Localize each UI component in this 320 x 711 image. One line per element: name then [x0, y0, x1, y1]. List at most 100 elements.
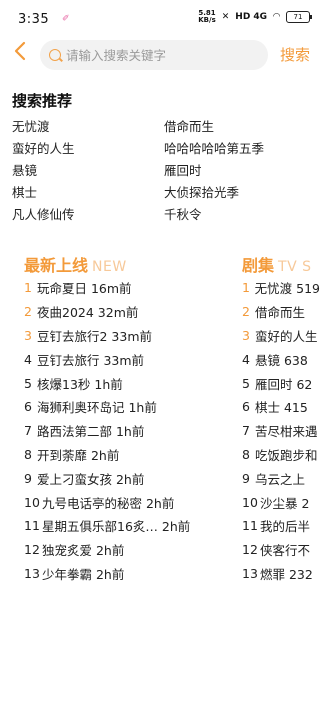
item-title: 九号电话亭的秘密 2h前	[42, 495, 175, 511]
latest-title: 最新上线	[24, 256, 89, 275]
item-title: 沙尘暴 2	[260, 495, 310, 511]
rank-number: 4	[242, 351, 250, 367]
search-icon	[49, 49, 61, 61]
list-item[interactable]: 3 蛮好的人生	[242, 324, 320, 348]
list-item[interactable]: 2 夜曲2024 32m前	[24, 300, 229, 324]
recommend-title: 搜索推荐	[12, 92, 73, 110]
list-item[interactable]: 6 棋士 415	[242, 395, 320, 419]
item-title: 借命而生	[255, 305, 306, 321]
list-item[interactable]: 4 豆钉去旅行 33m前	[24, 347, 229, 371]
rank-number: 12	[24, 542, 40, 558]
item-title: 星期五俱乐部16炙… 2h前	[42, 519, 191, 535]
item-title: 夜曲2024 32m前	[37, 305, 139, 321]
recommend-item[interactable]: 蛮好的人生	[12, 138, 75, 157]
list-item[interactable]: 13 少年拳霸 2h前	[24, 562, 229, 586]
recommend-item[interactable]: 雁回时	[164, 160, 202, 179]
signal-icon: HD 4G	[235, 12, 268, 22]
rank-number: 11	[24, 518, 40, 534]
list-item[interactable]: 10 沙尘暴 2	[242, 490, 320, 514]
recommend-item[interactable]: 棋士	[12, 182, 37, 201]
item-title: 我的后半	[260, 519, 311, 535]
back-icon[interactable]	[8, 40, 32, 68]
rank-number: 5	[24, 375, 32, 391]
item-title: 侠客行不	[260, 543, 311, 559]
list-item[interactable]: 10 九号电话亭的秘密 2h前	[24, 490, 229, 514]
search-bar: 搜索	[0, 38, 320, 70]
status-icons: 5.81 KB/s ✕ HD 4G ◠ 71	[198, 10, 312, 24]
drama-header: 剧集 TV S	[242, 252, 320, 276]
list-item[interactable]: 12 独宠炙爱 2h前	[24, 538, 229, 562]
item-title: 棋士 415	[255, 400, 308, 416]
recommend-item[interactable]: 悬镜	[12, 160, 37, 179]
item-title: 少年拳霸 2h前	[42, 566, 125, 582]
item-title: 玩命夏日 16m前	[37, 281, 132, 297]
rank-number: 4	[24, 351, 32, 367]
list-item[interactable]: 3 豆钉去旅行2 33m前	[24, 324, 229, 348]
recommend-item[interactable]: 哈哈哈哈哈第五季	[164, 138, 264, 157]
rank-number: 9	[242, 470, 250, 486]
list-item[interactable]: 9 乌云之上	[242, 466, 320, 490]
list-item[interactable]: 11 星期五俱乐部16炙… 2h前	[24, 514, 229, 538]
battery-level: 71	[293, 13, 303, 21]
item-title: 蛮好的人生	[255, 328, 318, 344]
rank-number: 5	[242, 375, 250, 391]
list-item[interactable]: 7 路西法第二部 1h前	[24, 419, 229, 443]
rank-number: 6	[242, 399, 250, 415]
status-bar: 3:35 ✐ 5.81 KB/s ✕ HD 4G ◠ 71	[0, 0, 320, 40]
latest-subtitle: NEW	[92, 259, 127, 275]
search-button[interactable]: 搜索	[280, 44, 310, 65]
rank-number: 11	[242, 518, 258, 534]
rank-number: 9	[24, 470, 32, 486]
rank-number: 12	[242, 542, 258, 558]
list-item[interactable]: 11 我的后半	[242, 514, 320, 538]
rank-number: 10	[24, 494, 40, 510]
recommend-item[interactable]: 借命而生	[164, 116, 214, 135]
item-title: 路西法第二部 1h前	[37, 424, 145, 440]
item-title: 豆钉去旅行2 33m前	[37, 328, 153, 344]
rank-number: 6	[24, 399, 32, 415]
rank-number: 7	[24, 423, 32, 439]
list-item[interactable]: 13 燃罪 232	[242, 562, 320, 586]
list-item[interactable]: 7 苦尽柑来遇	[242, 419, 320, 443]
wifi-icon: ◠	[273, 12, 280, 22]
rank-number: 8	[24, 446, 32, 462]
item-title: 苦尽柑来遇	[255, 424, 318, 440]
search-input[interactable]	[66, 40, 262, 70]
item-title: 吃饭跑步和	[255, 447, 318, 463]
list-item[interactable]: 2 借命而生	[242, 300, 320, 324]
rank-number: 7	[242, 423, 250, 439]
mute-icon: ✕	[221, 12, 230, 22]
list-item[interactable]: 8 开到荼靡 2h前	[24, 443, 229, 467]
recommend-item[interactable]: 千秋令	[164, 204, 202, 223]
list-item[interactable]: 4 悬镜 638	[242, 347, 320, 371]
latest-list: 1 玩命夏日 16m前 2 夜曲2024 32m前 3 豆钉去旅行2 33m前 4 豆钉去旅行…	[24, 276, 229, 586]
item-title: 爱上刁蛮女孩 2h前	[37, 471, 145, 487]
item-title: 无忧渡 519	[254, 281, 320, 297]
rank-number: 8	[242, 446, 250, 462]
notification-icon: ✐	[62, 14, 70, 24]
item-title: 豆钉去旅行 33m前	[37, 352, 145, 368]
network-speed: 5.81 KB/s	[198, 10, 215, 24]
rank-number: 3	[24, 327, 32, 343]
list-item[interactable]: 9 爱上刁蛮女孩 2h前	[24, 466, 229, 490]
rank-number: 10	[242, 494, 258, 510]
list-item[interactable]: 5 雁回时 62	[242, 371, 320, 395]
list-item[interactable]: 5 核爆13秒 1h前	[24, 371, 229, 395]
rank-number: 1	[24, 280, 32, 296]
list-item[interactable]: 1 无忧渡 519	[242, 276, 320, 300]
item-title: 悬镜 638	[255, 352, 308, 368]
battery-icon: 71	[286, 11, 312, 23]
recommend-item[interactable]: 大侦探拾光季	[164, 182, 239, 201]
search-box[interactable]	[40, 40, 268, 70]
recommend-item[interactable]: 凡人修仙传	[12, 204, 75, 223]
item-title: 核爆13秒 1h前	[37, 376, 123, 392]
drama-subtitle: TV S	[278, 259, 312, 275]
list-item[interactable]: 6 海狮利奥环岛记 1h前	[24, 395, 229, 419]
drama-list: 1 无忧渡 519 2 借命而生 3 蛮好的人生 4 悬镜 638 5 雁回时 62 6 棋士 415…	[242, 276, 320, 586]
item-title: 乌云之上	[255, 471, 306, 487]
list-item[interactable]: 12 侠客行不	[242, 538, 320, 562]
item-title: 雁回时 62	[255, 376, 313, 392]
list-item[interactable]: 8 吃饭跑步和	[242, 443, 320, 467]
list-item[interactable]: 1 玩命夏日 16m前	[24, 276, 229, 300]
recommend-item[interactable]: 无忧渡	[12, 116, 50, 135]
